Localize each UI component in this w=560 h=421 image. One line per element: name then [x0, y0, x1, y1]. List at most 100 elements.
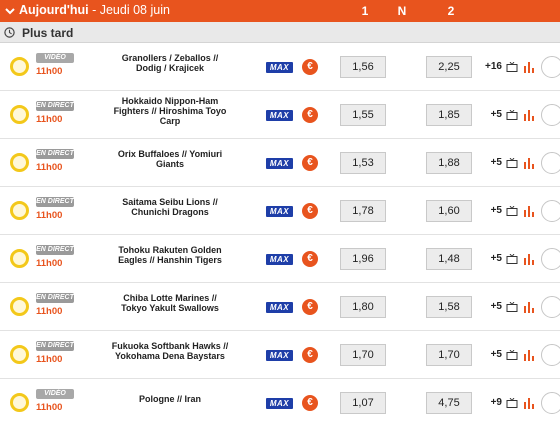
ticket-icon[interactable]: € [302, 299, 318, 315]
event-name[interactable]: Chiba Lotte Marines // Tokyo Yakult Swal… [80, 293, 260, 313]
tv-icon[interactable] [506, 398, 518, 408]
event-name[interactable]: Pologne // Iran [80, 394, 260, 404]
event-name-line-3: Carp [159, 116, 181, 126]
odd-button-1[interactable]: 1,80 [340, 296, 386, 318]
event-name-line-2: Chunichi Dragons [131, 207, 209, 217]
event-time: 11h00 [36, 306, 63, 317]
odd-button-1[interactable]: 1,55 [340, 104, 386, 126]
odd-button-2[interactable]: 1,58 [426, 296, 472, 318]
event-name[interactable]: Tohoku Rakuten Golden Eagles // Hanshin … [80, 245, 260, 265]
odd-button-2[interactable]: 1,60 [426, 200, 472, 222]
odd-button-1[interactable]: 1,96 [340, 248, 386, 270]
odd-button-2[interactable]: 1,48 [426, 248, 472, 270]
stats-icon[interactable] [523, 253, 535, 265]
stats-icon[interactable] [523, 301, 535, 313]
stats-icon[interactable] [523, 61, 535, 73]
event-name[interactable]: Fukuoka Softbank Hawks // Yokohama Dena … [80, 341, 260, 361]
tennis-ball-icon [10, 345, 29, 364]
stream-badge[interactable]: EN DIRECT [36, 197, 74, 207]
odd-button-2[interactable]: 1,88 [426, 152, 472, 174]
stats-icon[interactable] [523, 109, 535, 121]
odd-button-1[interactable]: 1,70 [340, 344, 386, 366]
live-stream-dial-icon[interactable] [541, 248, 560, 270]
ticket-icon[interactable]: € [302, 203, 318, 219]
event-name[interactable]: Saitama Seibu Lions // Chunichi Dragons [80, 197, 260, 217]
chevron-down-icon[interactable] [4, 5, 16, 17]
stream-badge[interactable]: EN DIRECT [36, 341, 74, 351]
more-markets-link[interactable]: +5 [476, 205, 502, 216]
tennis-ball-icon [10, 201, 29, 220]
more-markets-link[interactable]: +5 [476, 253, 502, 264]
more-markets-link[interactable]: +5 [476, 349, 502, 360]
more-markets-link[interactable]: +5 [476, 109, 502, 120]
max-badge-icon: MAX [266, 110, 293, 121]
stream-badge[interactable]: VIDÉO [36, 53, 74, 63]
max-badge-icon: MAX [266, 206, 293, 217]
event-name[interactable]: Granollers / Zeballos // Dodig / Krajice… [80, 53, 260, 73]
stats-icon[interactable] [523, 349, 535, 361]
live-stream-dial-icon[interactable] [541, 392, 560, 414]
ticket-icon[interactable]: € [302, 107, 318, 123]
ticket-icon[interactable]: € [302, 347, 318, 363]
event-row[interactable]: EN DIRECT 11h00 Chiba Lotte Marines // T… [0, 283, 560, 331]
live-stream-dial-icon[interactable] [541, 104, 560, 126]
tv-icon[interactable] [506, 206, 518, 216]
ticket-icon[interactable]: € [302, 395, 318, 411]
event-name[interactable]: Hokkaido Nippon-Ham Fighters // Hiroshim… [80, 96, 260, 126]
odd-button-2[interactable]: 1,85 [426, 104, 472, 126]
live-stream-dial-icon[interactable] [541, 152, 560, 174]
event-row[interactable]: EN DIRECT 11h00 Saitama Seibu Lions // C… [0, 187, 560, 235]
tennis-ball-icon [10, 393, 29, 412]
odd-button-1[interactable]: 1,07 [340, 392, 386, 414]
odd-button-1[interactable]: 1,53 [340, 152, 386, 174]
stats-icon[interactable] [523, 205, 535, 217]
live-stream-dial-icon[interactable] [541, 344, 560, 366]
stats-icon[interactable] [523, 157, 535, 169]
stats-icon[interactable] [523, 397, 535, 409]
live-stream-dial-icon[interactable] [541, 56, 560, 78]
odd-button-2[interactable]: 2,25 [426, 56, 472, 78]
event-name[interactable]: Orix Buffaloes // Yomiuri Giants [80, 149, 260, 169]
event-row[interactable]: VIDÉO 11h00 Granollers / Zeballos // Dod… [0, 43, 560, 91]
event-name-line-2: Tokyo Yakult Swallows [121, 303, 219, 313]
more-markets-link[interactable]: +9 [476, 397, 502, 408]
odd-button-1[interactable]: 1,78 [340, 200, 386, 222]
ticket-icon[interactable]: € [302, 59, 318, 75]
tennis-ball-icon [10, 297, 29, 316]
ticket-icon[interactable]: € [302, 251, 318, 267]
tv-icon[interactable] [506, 254, 518, 264]
event-row[interactable]: VIDÉO 11h00 Pologne // Iran MAX € 1,07 4… [0, 379, 560, 421]
stream-badge[interactable]: EN DIRECT [36, 101, 74, 111]
tv-icon[interactable] [506, 110, 518, 120]
live-stream-dial-icon[interactable] [541, 200, 560, 222]
live-stream-dial-icon[interactable] [541, 296, 560, 318]
tv-icon[interactable] [506, 350, 518, 360]
odd-button-1[interactable]: 1,56 [340, 56, 386, 78]
event-time: 11h00 [36, 210, 63, 221]
stream-badge[interactable]: EN DIRECT [36, 245, 74, 255]
tv-icon[interactable] [506, 62, 518, 72]
max-badge-icon: MAX [266, 350, 293, 361]
column-header-n: N [397, 4, 407, 18]
stream-badge[interactable]: EN DIRECT [36, 149, 74, 159]
event-row[interactable]: EN DIRECT 11h00 Fukuoka Softbank Hawks /… [0, 331, 560, 379]
column-header-1: 1 [361, 4, 369, 18]
event-name-line-2: Fighters // Hiroshima Toyo [113, 106, 227, 116]
event-name-line-2: Yokohama Dena Baystars [115, 351, 225, 361]
more-markets-link[interactable]: +16 [476, 61, 502, 72]
tv-icon[interactable] [506, 158, 518, 168]
stream-badge[interactable]: VIDÉO [36, 389, 74, 399]
ticket-icon[interactable]: € [302, 155, 318, 171]
tv-icon[interactable] [506, 302, 518, 312]
more-markets-link[interactable]: +5 [476, 157, 502, 168]
odd-button-2[interactable]: 4,75 [426, 392, 472, 414]
event-row[interactable]: EN DIRECT 11h00 Hokkaido Nippon-Ham Figh… [0, 91, 560, 139]
more-markets-link[interactable]: +5 [476, 301, 502, 312]
stream-badge[interactable]: EN DIRECT [36, 293, 74, 303]
event-row[interactable]: EN DIRECT 11h00 Tohoku Rakuten Golden Ea… [0, 235, 560, 283]
date-header-bar[interactable]: Aujourd'hui - Jeudi 08 juin 1 N 2 [0, 0, 560, 22]
event-name-line-1: Orix Buffaloes // Yomiuri [117, 149, 223, 159]
odd-button-2[interactable]: 1,70 [426, 344, 472, 366]
event-name-line-1: Hokkaido Nippon-Ham [121, 96, 219, 106]
event-row[interactable]: EN DIRECT 11h00 Orix Buffaloes // Yomiur… [0, 139, 560, 187]
